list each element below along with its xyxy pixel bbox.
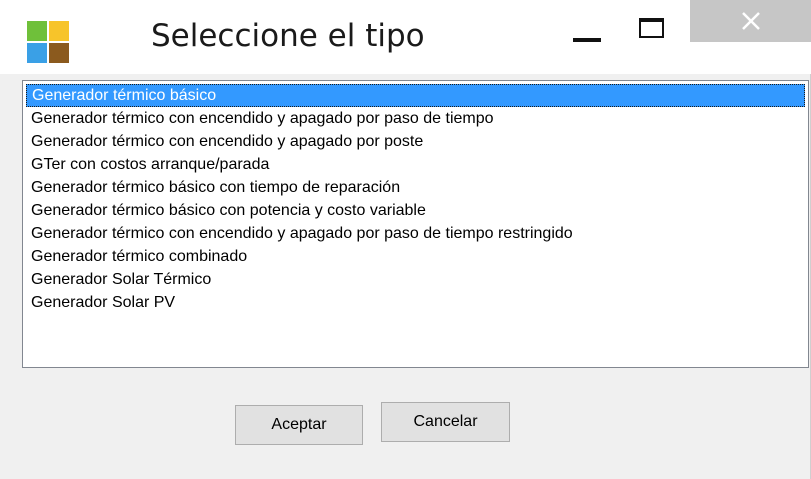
title-bar[interactable]: Seleccione el tipo <box>0 0 811 74</box>
list-item[interactable]: Generador térmico combinado <box>26 245 805 268</box>
list-item[interactable]: Generador térmico básico con tiempo de r… <box>26 176 805 199</box>
minimize-button[interactable] <box>562 0 612 74</box>
close-icon <box>742 12 760 30</box>
list-item[interactable]: Generador térmico con encendido y apagad… <box>26 107 805 130</box>
list-item[interactable]: Generador Solar PV <box>26 291 805 314</box>
dialog-window: Seleccione el tipo Generador térmico bás… <box>0 0 811 479</box>
list-item[interactable]: Generador térmico con encendido y apagad… <box>26 130 805 153</box>
list-item[interactable]: Generador térmico con encendido y apagad… <box>26 222 805 245</box>
list-item[interactable]: Generador Solar Térmico <box>26 268 805 291</box>
close-button[interactable] <box>690 0 811 42</box>
accept-button[interactable]: Aceptar <box>235 405 363 445</box>
list-item[interactable]: GTer con costos arranque/parada <box>26 153 805 176</box>
maximize-button[interactable] <box>625 0 681 74</box>
list-item[interactable]: Generador térmico básico con potencia y … <box>26 199 805 222</box>
minimize-icon <box>573 38 601 42</box>
type-listbox[interactable]: Generador térmico básico Generador térmi… <box>22 80 809 368</box>
maximize-icon <box>639 18 664 38</box>
list-item[interactable]: Generador térmico básico <box>26 84 805 107</box>
app-tiles-icon <box>27 21 69 63</box>
window-title: Seleccione el tipo <box>151 18 425 54</box>
cancel-button[interactable]: Cancelar <box>381 402 510 442</box>
